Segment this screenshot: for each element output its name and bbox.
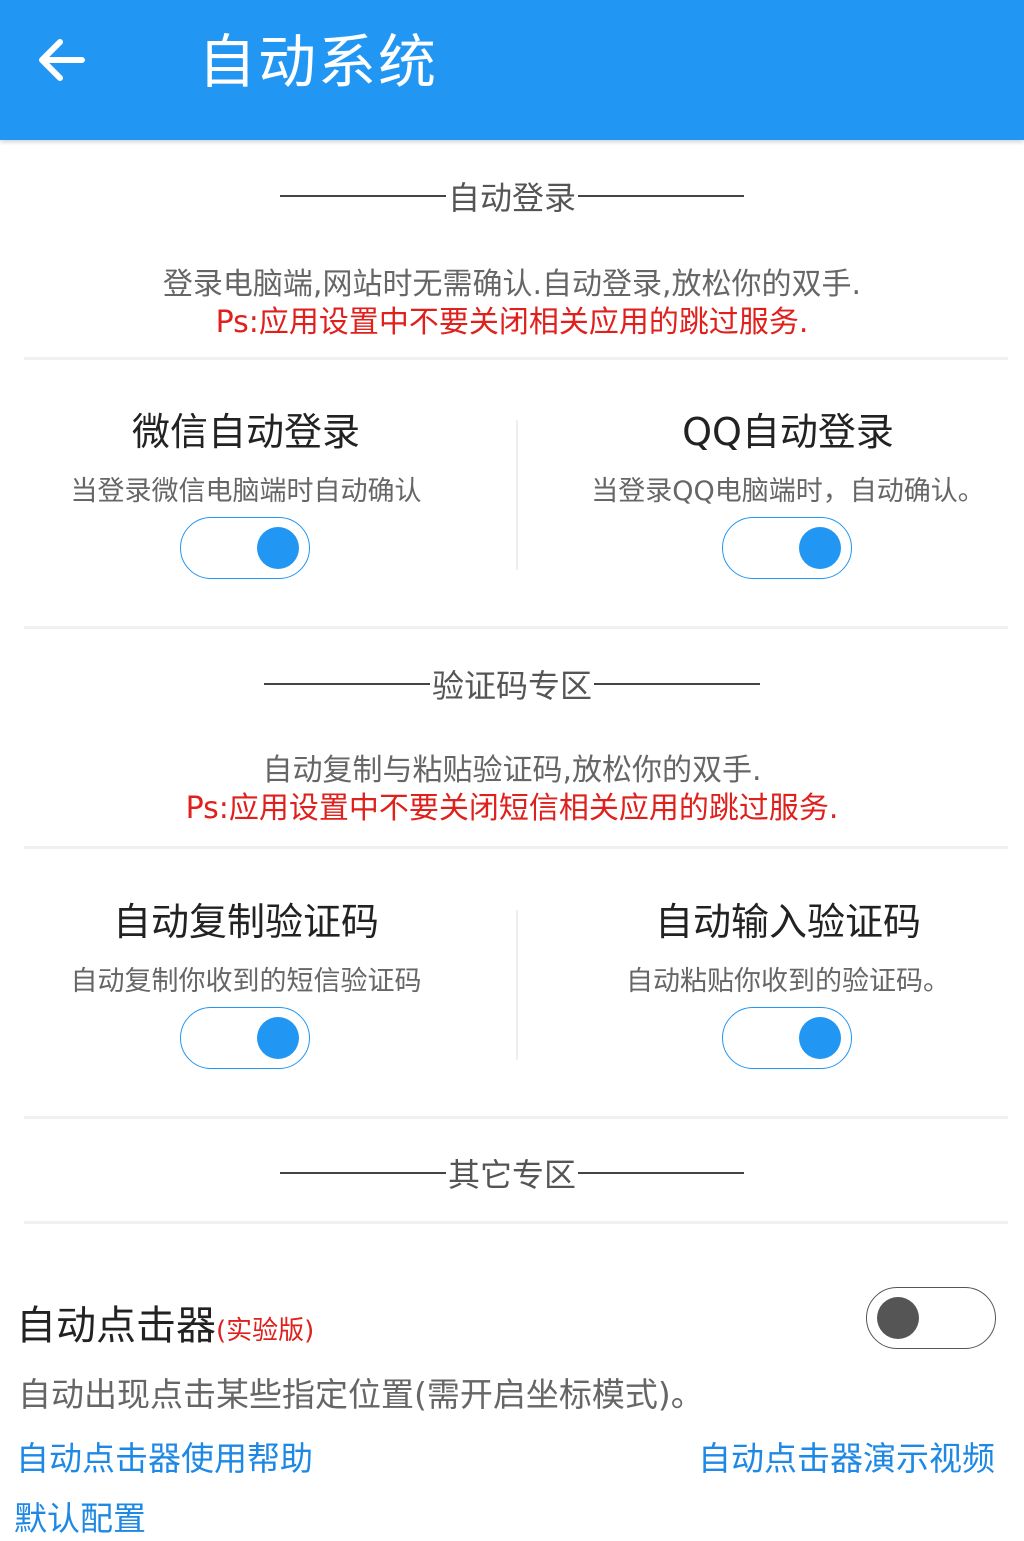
- divider-line: [279, 195, 446, 197]
- divider: [24, 1116, 1008, 1119]
- qq-auto-login-card: QQ自动登录 当登录QQ电脑端时，自动确认。: [542, 406, 1024, 512]
- back-button[interactable]: [18, 20, 106, 100]
- vertical-divider: [516, 910, 518, 1060]
- experimental-tag: (实验版): [216, 1316, 315, 1346]
- wechat-auto-login-toggle[interactable]: [180, 517, 310, 579]
- clicker-demo-video-link[interactable]: 自动点击器演示视频: [698, 1432, 995, 1480]
- divider: [24, 846, 1008, 849]
- auto-clicker-label: 自动点击器: [16, 1303, 216, 1349]
- divider-line: [263, 683, 430, 685]
- card-subtitle: 当登录QQ电脑端时，自动确认。: [591, 476, 985, 507]
- auto-clicker-toggle[interactable]: [866, 1287, 996, 1349]
- divider-line: [578, 1172, 744, 1174]
- vertical-divider: [516, 420, 518, 570]
- section-header-auto-login: 自动登录: [0, 176, 1024, 217]
- card-subtitle: 自动复制你收到的短信验证码: [70, 966, 422, 997]
- section-title: 验证码专区: [431, 667, 592, 705]
- toggle-knob: [257, 1017, 299, 1059]
- card-title: 微信自动登录: [131, 410, 360, 454]
- divider: [24, 1221, 1008, 1224]
- toggle-knob: [877, 1297, 919, 1339]
- page-title: 自动系统: [198, 28, 439, 96]
- auto-input-captcha-card: 自动输入验证码 自动粘贴你收到的验证码。: [542, 896, 1024, 1002]
- divider: [24, 357, 1008, 360]
- app-bar: 自动系统: [0, 0, 1024, 140]
- toggle-knob: [799, 527, 841, 569]
- section-description: 登录电脑端,网站时无需确认.自动登录,放松你的双手. Ps:应用设置中不要关闭相…: [0, 266, 1024, 342]
- auto-copy-captcha-card: 自动复制验证码 自动复制你收到的短信验证码: [0, 896, 492, 1002]
- auto-clicker-title: 自动点击器(实验版): [16, 1293, 314, 1351]
- card-title: 自动复制验证码: [112, 900, 379, 944]
- card-title: 自动输入验证码: [654, 900, 921, 944]
- divider-line: [279, 1172, 446, 1174]
- section-header-captcha: 验证码专区: [0, 664, 1024, 705]
- warning-text: Ps:应用设置中不要关闭相关应用的跳过服务.: [215, 305, 809, 340]
- qq-auto-login-toggle[interactable]: [722, 517, 852, 579]
- card-title: QQ自动登录: [682, 410, 894, 454]
- auto-input-captcha-toggle[interactable]: [722, 1007, 852, 1069]
- divider: [24, 626, 1008, 629]
- divider-line: [578, 195, 744, 197]
- section-description: 自动复制与粘贴验证码,放松你的双手. Ps:应用设置中不要关闭短信相关应用的跳过…: [0, 752, 1024, 828]
- arrow-left-icon: [39, 39, 85, 81]
- section-title: 自动登录: [447, 179, 576, 217]
- default-config-link[interactable]: 默认配置: [14, 1492, 146, 1540]
- toggle-knob: [257, 527, 299, 569]
- card-subtitle: 当登录微信电脑端时自动确认: [70, 476, 422, 507]
- section-header-other: 其它专区: [0, 1153, 1024, 1194]
- clicker-help-link[interactable]: 自动点击器使用帮助: [16, 1432, 313, 1480]
- wechat-auto-login-card: 微信自动登录 当登录微信电脑端时自动确认: [0, 406, 492, 512]
- description-text: 自动复制与粘贴验证码,放松你的双手.: [262, 753, 762, 788]
- description-text: 登录电脑端,网站时无需确认.自动登录,放松你的双手.: [162, 267, 862, 302]
- auto-clicker-description: 自动出现点击某些指定位置(需开启坐标模式)。: [18, 1375, 704, 1414]
- card-subtitle: 自动粘贴你收到的验证码。: [626, 966, 950, 997]
- section-title: 其它专区: [447, 1156, 576, 1194]
- auto-copy-captcha-toggle[interactable]: [180, 1007, 310, 1069]
- divider-line: [594, 683, 760, 685]
- toggle-knob: [799, 1017, 841, 1059]
- warning-text: Ps:应用设置中不要关闭短信相关应用的跳过服务.: [185, 791, 839, 826]
